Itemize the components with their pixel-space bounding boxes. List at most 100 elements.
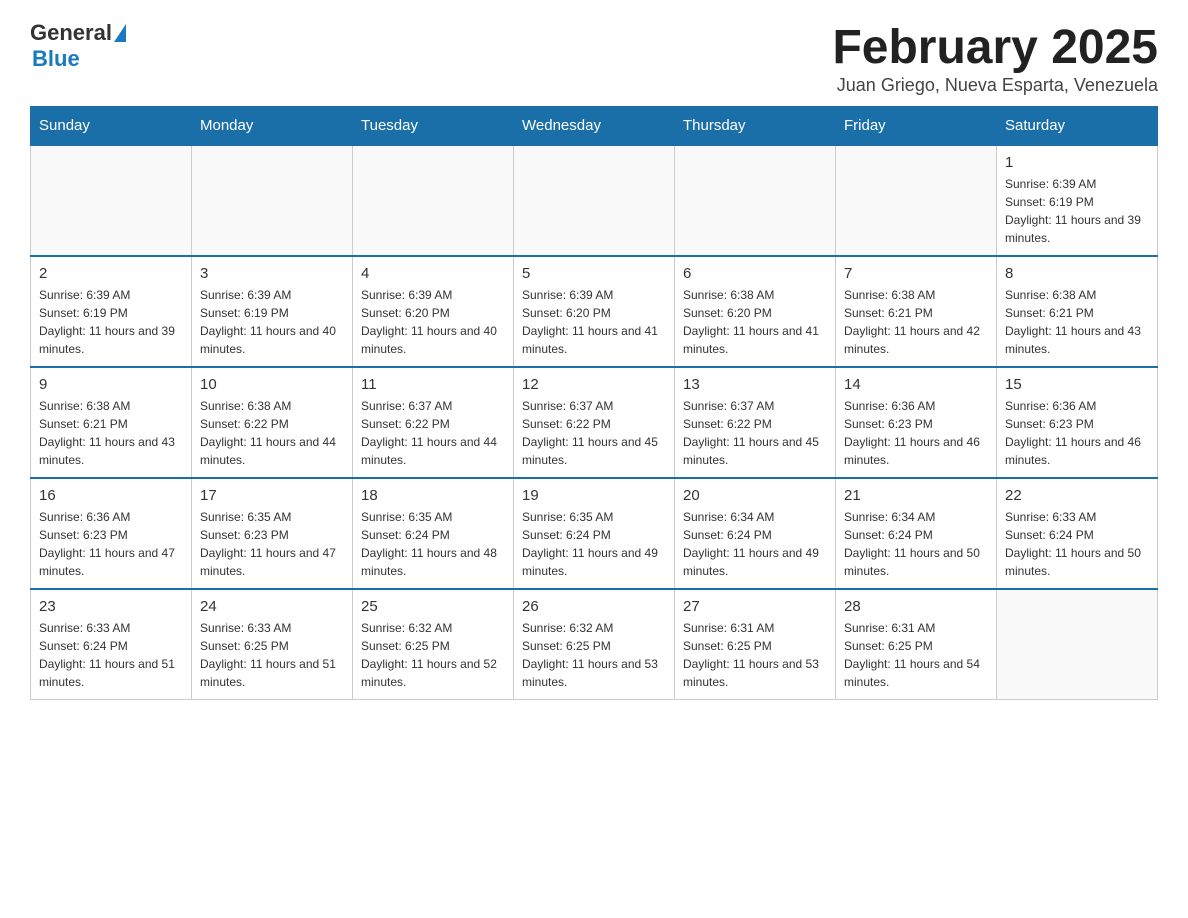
day-header-tuesday: Tuesday (353, 107, 514, 146)
day-info: Sunrise: 6:34 AMSunset: 6:24 PMDaylight:… (683, 508, 827, 580)
day-number: 20 (683, 487, 827, 504)
day-info: Sunrise: 6:39 AMSunset: 6:19 PMDaylight:… (200, 286, 344, 358)
day-number: 13 (683, 376, 827, 393)
calendar-cell: 10 Sunrise: 6:38 AMSunset: 6:22 PMDayligh… (192, 367, 353, 478)
calendar-cell: 11 Sunrise: 6:37 AMSunset: 6:22 PMDayligh… (353, 367, 514, 478)
calendar-cell: 27 Sunrise: 6:31 AMSunset: 6:25 PMDayligh… (675, 589, 836, 700)
day-number: 7 (844, 265, 988, 282)
day-number: 11 (361, 376, 505, 393)
day-number: 28 (844, 598, 988, 615)
calendar-cell: 2 Sunrise: 6:39 AMSunset: 6:19 PMDaylight… (31, 256, 192, 367)
day-number: 2 (39, 265, 183, 282)
day-info: Sunrise: 6:37 AMSunset: 6:22 PMDaylight:… (361, 397, 505, 469)
day-info: Sunrise: 6:35 AMSunset: 6:24 PMDaylight:… (522, 508, 666, 580)
calendar-cell: 9 Sunrise: 6:38 AMSunset: 6:21 PMDaylight… (31, 367, 192, 478)
calendar-week-3: 9 Sunrise: 6:38 AMSunset: 6:21 PMDaylight… (31, 367, 1158, 478)
calendar-cell: 14 Sunrise: 6:36 AMSunset: 6:23 PMDayligh… (836, 367, 997, 478)
day-header-friday: Friday (836, 107, 997, 146)
calendar-week-2: 2 Sunrise: 6:39 AMSunset: 6:19 PMDaylight… (31, 256, 1158, 367)
day-info: Sunrise: 6:31 AMSunset: 6:25 PMDaylight:… (683, 619, 827, 691)
calendar-cell: 26Sunrise: 6:32 AMSunset: 6:25 PMDayligh… (514, 589, 675, 700)
calendar-cell: 24 Sunrise: 6:33 AMSunset: 6:25 PMDayligh… (192, 589, 353, 700)
day-number: 1 (1005, 154, 1149, 171)
calendar-cell: 23Sunrise: 6:33 AMSunset: 6:24 PMDayligh… (31, 589, 192, 700)
day-number: 17 (200, 487, 344, 504)
day-number: 23 (39, 598, 183, 615)
day-info: Sunrise: 6:35 AMSunset: 6:24 PMDaylight:… (361, 508, 505, 580)
calendar-cell: 28Sunrise: 6:31 AMSunset: 6:25 PMDayligh… (836, 589, 997, 700)
day-number: 18 (361, 487, 505, 504)
location-subtitle: Juan Griego, Nueva Esparta, Venezuela (832, 75, 1158, 96)
day-info: Sunrise: 6:36 AMSunset: 6:23 PMDaylight:… (844, 397, 988, 469)
calendar-cell: 7 Sunrise: 6:38 AMSunset: 6:21 PMDaylight… (836, 256, 997, 367)
calendar-week-4: 16 Sunrise: 6:36 AMSunset: 6:23 PMDayligh… (31, 478, 1158, 589)
day-header-thursday: Thursday (675, 107, 836, 146)
day-info: Sunrise: 6:39 AMSunset: 6:19 PMDaylight:… (1005, 175, 1149, 247)
day-number: 6 (683, 265, 827, 282)
day-info: Sunrise: 6:35 AMSunset: 6:23 PMDaylight:… (200, 508, 344, 580)
day-info: Sunrise: 6:39 AMSunset: 6:19 PMDaylight:… (39, 286, 183, 358)
calendar-cell: 15Sunrise: 6:36 AMSunset: 6:23 PMDayligh… (997, 367, 1158, 478)
calendar-cell: 4Sunrise: 6:39 AMSunset: 6:20 PMDaylight… (353, 256, 514, 367)
calendar-cell: 25Sunrise: 6:32 AMSunset: 6:25 PMDayligh… (353, 589, 514, 700)
calendar-cell (31, 145, 192, 256)
calendar-cell (836, 145, 997, 256)
day-info: Sunrise: 6:37 AMSunset: 6:22 PMDaylight:… (522, 397, 666, 469)
day-number: 4 (361, 265, 505, 282)
calendar-cell: 18 Sunrise: 6:35 AMSunset: 6:24 PMDayligh… (353, 478, 514, 589)
day-info: Sunrise: 6:38 AMSunset: 6:21 PMDaylight:… (39, 397, 183, 469)
calendar-week-1: 1 Sunrise: 6:39 AMSunset: 6:19 PMDaylight… (31, 145, 1158, 256)
logo-text-general: General (30, 20, 112, 46)
day-info: Sunrise: 6:33 AMSunset: 6:24 PMDaylight:… (1005, 508, 1149, 580)
day-number: 9 (39, 376, 183, 393)
calendar-cell: 6 Sunrise: 6:38 AMSunset: 6:20 PMDaylight… (675, 256, 836, 367)
day-info: Sunrise: 6:32 AMSunset: 6:25 PMDaylight:… (361, 619, 505, 691)
day-info: Sunrise: 6:38 AMSunset: 6:21 PMDaylight:… (1005, 286, 1149, 358)
calendar-cell: 8Sunrise: 6:38 AMSunset: 6:21 PMDaylight… (997, 256, 1158, 367)
calendar-cell: 19 Sunrise: 6:35 AMSunset: 6:24 PMDayligh… (514, 478, 675, 589)
day-number: 21 (844, 487, 988, 504)
day-number: 10 (200, 376, 344, 393)
day-number: 12 (522, 376, 666, 393)
day-number: 19 (522, 487, 666, 504)
calendar-cell: 5 Sunrise: 6:39 AMSunset: 6:20 PMDaylight… (514, 256, 675, 367)
day-number: 14 (844, 376, 988, 393)
day-number: 5 (522, 265, 666, 282)
day-header-monday: Monday (192, 107, 353, 146)
day-number: 24 (200, 598, 344, 615)
title-section: February 2025 Juan Griego, Nueva Esparta… (832, 20, 1158, 96)
calendar-table: SundayMondayTuesdayWednesdayThursdayFrid… (30, 106, 1158, 700)
day-info: Sunrise: 6:33 AMSunset: 6:25 PMDaylight:… (200, 619, 344, 691)
day-info: Sunrise: 6:34 AMSunset: 6:24 PMDaylight:… (844, 508, 988, 580)
day-info: Sunrise: 6:38 AMSunset: 6:22 PMDaylight:… (200, 397, 344, 469)
day-info: Sunrise: 6:37 AMSunset: 6:22 PMDaylight:… (683, 397, 827, 469)
day-info: Sunrise: 6:39 AMSunset: 6:20 PMDaylight:… (522, 286, 666, 358)
day-header-saturday: Saturday (997, 107, 1158, 146)
calendar-cell: 1 Sunrise: 6:39 AMSunset: 6:19 PMDaylight… (997, 145, 1158, 256)
calendar-cell: 17 Sunrise: 6:35 AMSunset: 6:23 PMDayligh… (192, 478, 353, 589)
calendar-cell: 22 Sunrise: 6:33 AMSunset: 6:24 PMDayligh… (997, 478, 1158, 589)
month-title: February 2025 (832, 20, 1158, 75)
calendar-cell: 21 Sunrise: 6:34 AMSunset: 6:24 PMDayligh… (836, 478, 997, 589)
calendar-header-row: SundayMondayTuesdayWednesdayThursdayFrid… (31, 107, 1158, 146)
day-info: Sunrise: 6:36 AMSunset: 6:23 PMDaylight:… (39, 508, 183, 580)
day-number: 15 (1005, 376, 1149, 393)
calendar-cell: 16 Sunrise: 6:36 AMSunset: 6:23 PMDayligh… (31, 478, 192, 589)
calendar-cell: 20 Sunrise: 6:34 AMSunset: 6:24 PMDayligh… (675, 478, 836, 589)
day-number: 22 (1005, 487, 1149, 504)
logo: General Blue (30, 20, 126, 72)
day-number: 27 (683, 598, 827, 615)
day-header-sunday: Sunday (31, 107, 192, 146)
calendar-week-5: 23Sunrise: 6:33 AMSunset: 6:24 PMDayligh… (31, 589, 1158, 700)
calendar-cell (997, 589, 1158, 700)
day-info: Sunrise: 6:38 AMSunset: 6:21 PMDaylight:… (844, 286, 988, 358)
day-number: 16 (39, 487, 183, 504)
calendar-cell: 3 Sunrise: 6:39 AMSunset: 6:19 PMDaylight… (192, 256, 353, 367)
day-header-wednesday: Wednesday (514, 107, 675, 146)
calendar-cell (192, 145, 353, 256)
day-number: 3 (200, 265, 344, 282)
calendar-cell (353, 145, 514, 256)
logo-triangle-icon (114, 24, 126, 42)
day-info: Sunrise: 6:38 AMSunset: 6:20 PMDaylight:… (683, 286, 827, 358)
calendar-cell (514, 145, 675, 256)
